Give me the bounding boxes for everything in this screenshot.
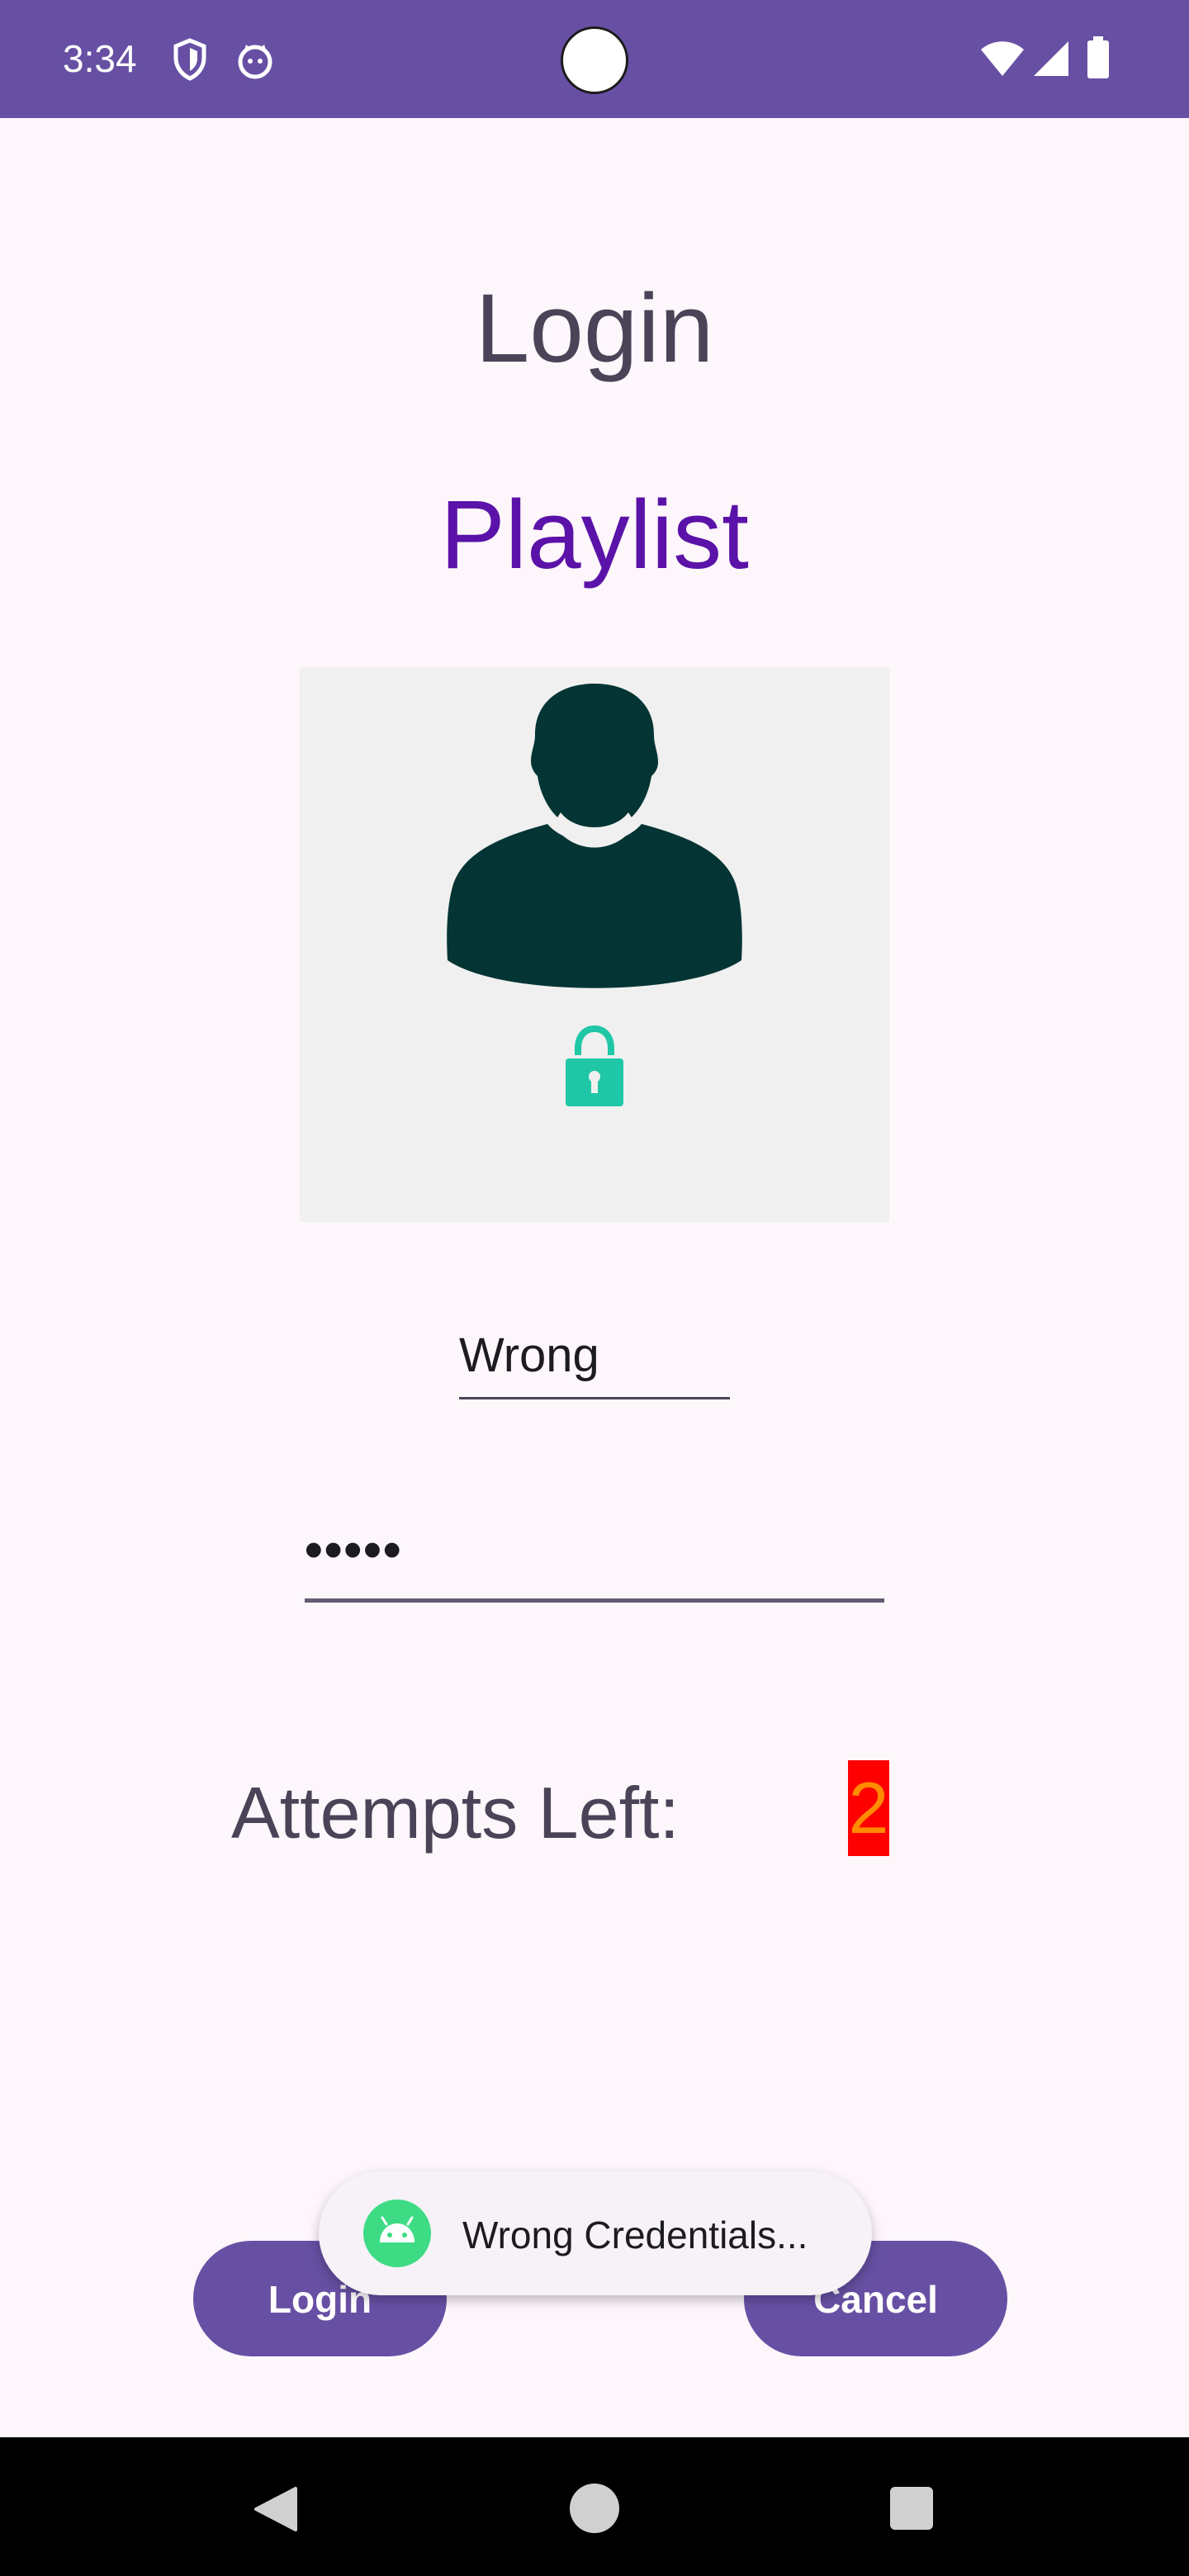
- password-field[interactable]: •••••: [305, 1519, 884, 1603]
- navigation-bar: [0, 2437, 1189, 2576]
- wifi-icon: [981, 41, 1024, 76]
- user-lock-icon: [447, 684, 742, 1110]
- back-icon[interactable]: [249, 2484, 301, 2535]
- android-icon: [363, 2200, 431, 2267]
- app-name: Playlist: [440, 481, 749, 590]
- page-title: Login: [475, 274, 714, 383]
- status-time: 3:34: [63, 37, 137, 80]
- battery-icon: [1087, 36, 1109, 78]
- shield-icon: [173, 38, 206, 81]
- user-lock-image: [300, 667, 889, 1222]
- cat-face-icon: [238, 45, 272, 79]
- home-icon[interactable]: [568, 2482, 621, 2535]
- toast: Wrong Credentials...: [319, 2171, 872, 2295]
- signal-icon: [1034, 41, 1068, 76]
- camera-cutout: [561, 26, 628, 94]
- username-field[interactable]: Wrong: [459, 1321, 730, 1399]
- username-value: Wrong: [459, 1328, 599, 1382]
- password-value: •••••: [305, 1522, 403, 1579]
- recents-icon[interactable]: [888, 2485, 935, 2531]
- toast-message: Wrong Credentials...: [462, 2214, 808, 2256]
- attempts-count: 2: [848, 1760, 889, 1856]
- status-bar: 3:34: [0, 0, 1189, 118]
- attempts-label: Attempts Left:: [231, 1772, 680, 1854]
